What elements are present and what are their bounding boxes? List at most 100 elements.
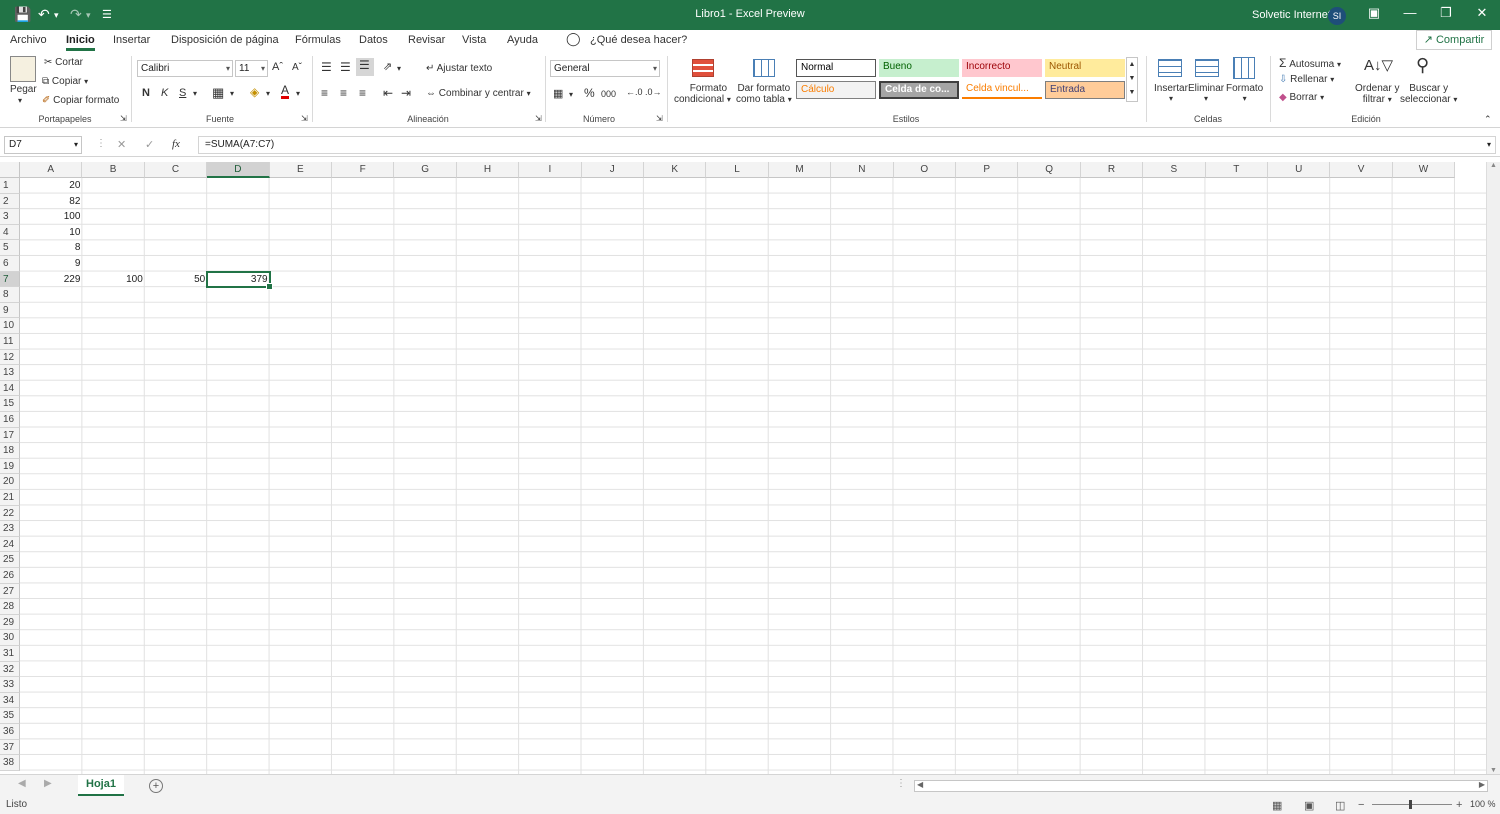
increase-font-icon[interactable]: Aˆ [272,61,283,73]
font-family-select[interactable]: Calibri ▾ [137,60,233,77]
prev-sheet-icon[interactable]: ◀ [18,778,26,789]
align-top-icon[interactable]: ☰ [321,60,332,74]
align-bottom-icon[interactable]: ☰ [356,58,374,76]
tell-me-search[interactable]: ¿Qué desea hacer? [590,34,687,46]
orientation-dropdown-icon[interactable]: ▾ [397,64,401,73]
cell-a4[interactable]: 10 [20,225,82,240]
format-as-table-button[interactable]: Dar formato como tabla ▾ [736,83,792,105]
decrease-font-icon[interactable]: Aˇ [292,62,302,73]
column-header-a[interactable]: A [20,162,83,178]
row-header-13[interactable]: 13 [0,365,20,381]
column-header-r[interactable]: R [1080,162,1144,178]
column-header-w[interactable]: W [1392,162,1456,178]
tab-datos[interactable]: Datos [359,34,388,46]
row-header-37[interactable]: 37 [0,739,20,756]
fill-color-dropdown-icon[interactable]: ▾ [266,89,270,98]
merge-center-button[interactable]: ⇔ Combinar y centrar ▾ [426,88,531,99]
formula-input[interactable]: =SUMA(A7:C7) ▾ [198,136,1496,154]
cell-a3[interactable]: 100 [20,209,82,224]
tab-vista[interactable]: Vista [462,34,486,46]
column-header-j[interactable]: J [581,162,644,178]
cell-a5[interactable]: 8 [20,240,82,255]
column-header-l[interactable]: L [706,162,769,178]
normal-view-icon[interactable]: ▦ [1272,799,1282,812]
cancel-icon[interactable]: ✕ [117,138,126,151]
style-neutral[interactable]: Neutral [1045,59,1125,77]
cell-a7[interactable]: 229 [20,272,82,287]
tab-insertar[interactable]: Insertar [113,34,150,46]
row-header-31[interactable]: 31 [0,646,20,662]
cell-area[interactable]: 20 82 100 10 8 9 229 100 50 379 [20,178,1486,774]
thousands-icon[interactable]: 000 [601,89,616,99]
cell-b7[interactable]: 100 [82,272,144,287]
underline-button[interactable]: S [179,87,186,99]
cell-a6[interactable]: 9 [20,256,82,271]
row-header-9[interactable]: 9 [0,302,20,319]
column-header-u[interactable]: U [1268,162,1331,178]
column-header-k[interactable]: K [644,162,707,178]
column-header-g[interactable]: G [394,162,457,178]
borders-dropdown-icon[interactable]: ▾ [230,89,234,98]
row-header-18[interactable]: 18 [0,443,20,459]
tab-archivo[interactable]: Archivo [10,34,47,46]
scroll-right-icon[interactable]: ▶ [1479,780,1485,789]
row-header-35[interactable]: 35 [0,708,20,724]
row-header-3[interactable]: 3 [0,209,20,225]
align-right-icon[interactable]: ≡ [359,86,366,100]
row-header-11[interactable]: 11 [0,334,20,350]
row-header-20[interactable]: 20 [0,474,20,490]
style-bueno[interactable]: Bueno [879,59,959,77]
row-header-34[interactable]: 34 [0,692,20,709]
row-header-23[interactable]: 23 [0,521,20,537]
column-header-i[interactable]: I [519,162,582,178]
column-header-t[interactable]: T [1205,162,1268,178]
row-header-26[interactable]: 26 [0,568,20,584]
tab-inicio[interactable]: Inicio [66,34,95,51]
column-header-p[interactable]: P [956,162,1019,178]
row-header-24[interactable]: 24 [0,536,20,553]
row-header-27[interactable]: 27 [0,583,20,600]
row-header-15[interactable]: 15 [0,396,20,412]
row-header-28[interactable]: 28 [0,599,20,615]
sheet-tab-hoja1[interactable]: Hoja1 [78,775,124,796]
row-header-1[interactable]: 1 [0,178,20,194]
cell-a1[interactable]: 20 [20,178,82,193]
column-header-b[interactable]: B [82,162,145,178]
row-header-7[interactable]: 7 [0,271,20,288]
row-header-6[interactable]: 6 [0,256,20,272]
row-header-21[interactable]: 21 [0,490,20,506]
name-box[interactable]: D7 ▾ [4,136,82,154]
user-name[interactable]: Solvetic Internet [1252,9,1331,21]
scroll-left-icon[interactable]: ◀ [917,780,923,789]
insert-cells-button[interactable]: Insertar ▾ [1154,83,1188,103]
minimize-icon[interactable]: — [1400,5,1420,20]
add-sheet-icon[interactable]: + [149,779,163,793]
style-celda-vinculada[interactable]: Celda vincul... [962,81,1042,99]
column-header-v[interactable]: V [1330,162,1393,178]
tab-disposicion[interactable]: Disposición de página [171,34,279,46]
tab-ayuda[interactable]: Ayuda [507,34,538,46]
row-header-5[interactable]: 5 [0,240,20,256]
bold-button[interactable]: N [142,87,150,99]
number-format-select[interactable]: General ▾ [550,60,660,77]
decrease-indent-icon[interactable]: ⇤ [383,86,393,100]
align-middle-icon[interactable]: ☰ [340,60,351,74]
font-color-icon[interactable]: A [281,84,290,99]
page-layout-icon[interactable]: ▣ [1304,799,1314,812]
column-header-d[interactable]: D [207,162,270,178]
scroll-up-icon[interactable]: ▲ [1487,162,1500,169]
row-header-36[interactable]: 36 [0,724,20,740]
autosum-button[interactable]: Σ Autosuma ▾ [1279,56,1341,70]
paste-dropdown-icon[interactable]: ▾ [18,96,22,105]
column-header-q[interactable]: Q [1018,162,1081,178]
row-header-10[interactable]: 10 [0,318,20,334]
font-launcher-icon[interactable]: ⇲ [301,114,308,123]
row-header-32[interactable]: 32 [0,661,20,678]
currency-dropdown-icon[interactable]: ▾ [569,90,573,99]
paste-button[interactable]: Pegar [10,84,37,95]
column-header-s[interactable]: S [1143,162,1206,178]
decrease-decimal-icon[interactable]: .0→ [645,87,662,97]
row-header-4[interactable]: 4 [0,224,20,241]
clear-button[interactable]: ◆ Borrar ▾ [1279,92,1324,103]
row-header-22[interactable]: 22 [0,505,20,522]
